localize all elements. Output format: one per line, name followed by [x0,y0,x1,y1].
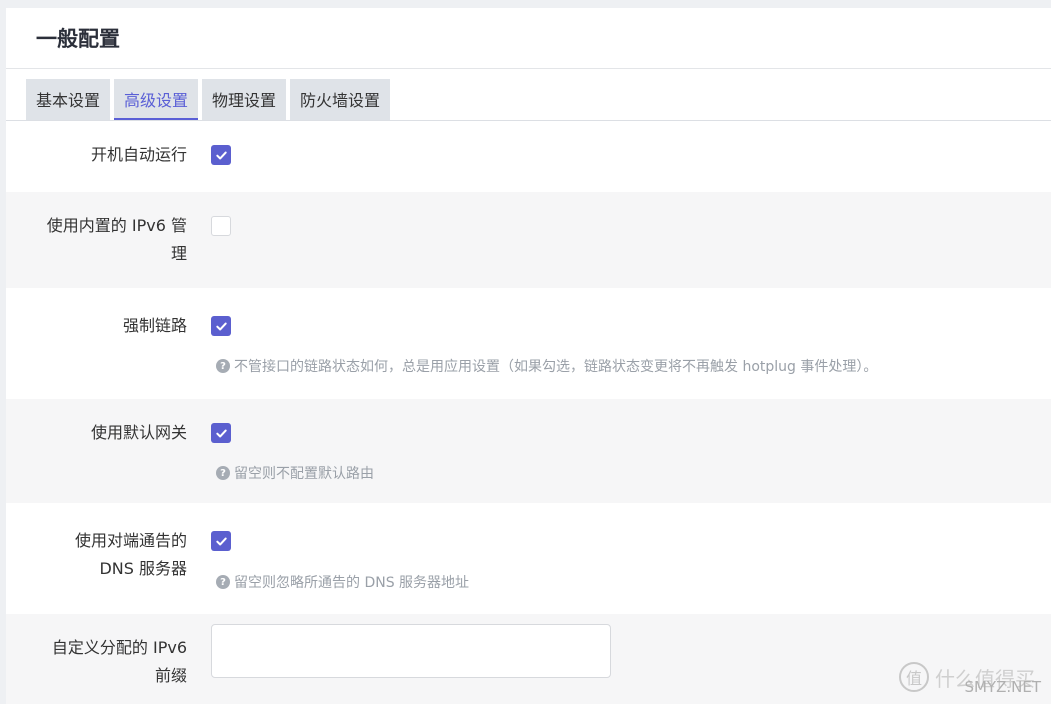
help-icon: ? [216,466,230,480]
check-icon [215,151,227,159]
peer-dns-checkbox[interactable] [211,531,231,551]
force-link-hint: ? 不管接口的链路状态如何，总是用应用设置（如果勾选，链路状态变更将不再触发 h… [216,356,877,376]
default-gateway-hint-text: 留空则不配置默认路由 [234,466,374,482]
tab-firewall-settings[interactable]: 防火墙设置 [290,79,391,120]
page-title: 一般配置 [36,27,120,51]
watermark-site: SMYZ.NET [964,678,1041,696]
check-icon [215,322,227,330]
general-config-panel: 一般配置 基本设置 高级设置 物理设置 防火墙设置 开机自动运行 使用内置的 I… [6,8,1051,704]
ipv6-prefix-label-line1: 自定义分配的 IPv6 [51,638,187,657]
peer-dns-label: 使用对端通告的 DNS 服务器 [17,527,187,583]
ipv6-management-label: 使用内置的 IPv6 管 理 [17,212,187,268]
ipv6-prefix-label-line2: 前缀 [154,666,187,685]
ipv6-management-label-line2: 理 [170,244,187,263]
force-link-label: 强制链路 [122,316,187,335]
force-link-checkbox[interactable] [211,316,231,336]
ipv6-management-checkbox[interactable] [211,216,231,236]
autostart-checkbox[interactable] [211,145,231,165]
help-icon: ? [216,575,230,589]
default-gateway-checkbox[interactable] [211,423,231,443]
peer-dns-hint: ? 留空则忽略所通告的 DNS 服务器地址 [216,572,469,592]
ipv6-prefix-input[interactable] [211,624,611,678]
row-force-link: 强制链路 ? 不管接口的链路状态如何，总是用应用设置（如果勾选，链路状态变更将不… [6,288,1051,399]
autostart-label: 开机自动运行 [90,145,187,164]
ipv6-prefix-label: 自定义分配的 IPv6 前缀 [17,634,187,690]
row-default-gateway: 使用默认网关 ? 留空则不配置默认路由 [6,399,1051,503]
peer-dns-hint-text: 留空则忽略所通告的 DNS 服务器地址 [234,575,470,591]
default-gateway-label: 使用默认网关 [90,423,187,442]
force-link-hint-text: 不管接口的链路状态如何，总是用应用设置（如果勾选，链路状态变更将不再触发 hot… [234,359,878,375]
row-ipv6-prefix: 自定义分配的 IPv6 前缀 [6,614,1051,704]
check-icon [215,537,227,545]
tab-advanced-settings[interactable]: 高级设置 [114,79,199,120]
default-gateway-hint: ? 留空则不配置默认路由 [216,463,374,483]
panel-header: 一般配置 [6,8,1051,69]
peer-dns-label-line2: DNS 服务器 [99,559,187,578]
watermark-logo: 值 [899,662,929,692]
peer-dns-label-line1: 使用对端通告的 [74,531,187,550]
row-peer-dns: 使用对端通告的 DNS 服务器 ? 留空则忽略所通告的 DNS 服务器地址 [6,503,1051,614]
help-icon: ? [216,359,230,373]
tab-bar: 基本设置 高级设置 物理设置 防火墙设置 [6,69,1051,121]
ipv6-management-label-line1: 使用内置的 IPv6 管 [46,216,187,235]
tab-basic-settings[interactable]: 基本设置 [26,79,111,120]
tab-physical-settings[interactable]: 物理设置 [202,79,287,120]
row-autostart: 开机自动运行 [6,121,1051,192]
check-icon [215,429,227,437]
row-ipv6-management: 使用内置的 IPv6 管 理 [6,192,1051,288]
